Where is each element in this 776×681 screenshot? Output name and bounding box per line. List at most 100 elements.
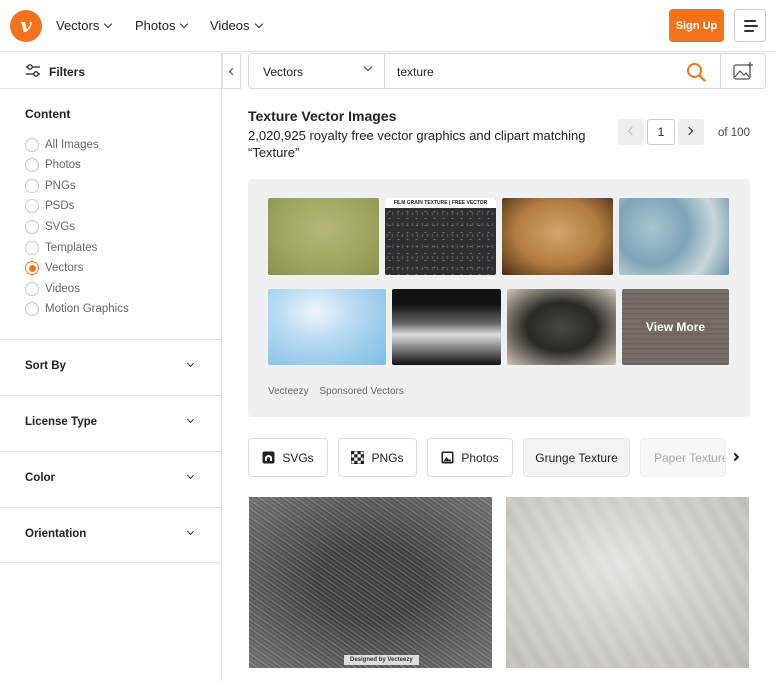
results-count-subtitle: 2,020,925 royalty free vector graphics a… — [248, 128, 586, 160]
sponsored-thumbnail[interactable] — [268, 289, 386, 365]
checkerboard-icon — [351, 451, 365, 464]
search-icon[interactable] — [686, 62, 706, 82]
thumbnail-caption: FILM GRAIN TEXTURE | FREE VECTOR — [385, 198, 496, 208]
chip-label: SVGs — [282, 450, 314, 465]
radio-button[interactable] — [25, 138, 39, 152]
nav-item-label: Videos — [210, 18, 250, 33]
option-label: Templates — [45, 242, 98, 254]
image-search-button[interactable] — [720, 54, 766, 88]
search-input[interactable] — [397, 62, 677, 82]
nav-photos-dropdown[interactable]: Photos — [135, 18, 189, 33]
option-label: Motion Graphics — [45, 303, 129, 315]
vecteezy-watermark: Designed by Vecteezy — [344, 655, 419, 665]
nav-vectors-dropdown[interactable]: Vectors — [56, 18, 113, 33]
page-number-input[interactable]: 1 — [647, 119, 675, 145]
radio-button[interactable] — [25, 282, 39, 296]
option-label: SVGs — [45, 221, 76, 233]
content-option-motion-graphics[interactable]: Motion Graphics — [25, 302, 129, 316]
radio-button[interactable] — [25, 241, 39, 255]
sponsored-thumbnail[interactable] — [507, 289, 616, 365]
chip-label: Grunge Texture — [535, 450, 618, 465]
page-count: of 100 — [718, 127, 750, 139]
chevron-left-icon — [228, 67, 237, 76]
chip-label: PNGs — [371, 450, 404, 465]
svg-file-icon — [262, 451, 275, 464]
sponsored-thumbnail[interactable] — [619, 198, 729, 275]
chevron-left-icon — [627, 126, 637, 136]
radio-button[interactable] — [25, 179, 39, 193]
chip-pngs[interactable]: PNGs — [338, 438, 417, 477]
chevron-down-icon — [363, 62, 373, 72]
hamburger-menu-button[interactable] — [734, 9, 766, 42]
sponsored-thumbnail[interactable] — [502, 198, 613, 275]
content-option-svgs[interactable]: SVGs — [25, 220, 75, 234]
chevron-down-icon — [186, 527, 195, 536]
content-option-psds[interactable]: PSDs — [25, 199, 74, 213]
section-label: License Type — [25, 416, 98, 428]
nav-videos-dropdown[interactable]: Videos — [210, 18, 263, 33]
radio-button[interactable] — [25, 199, 39, 213]
sponsored-vectors-panel: FILM GRAIN TEXTURE | FREE VECTOR View Mo… — [248, 179, 750, 417]
sponsored-thumbnail[interactable] — [268, 198, 379, 275]
sponsor-provider: Vecteezy — [268, 386, 309, 397]
content-option-pngs[interactable]: PNGs — [25, 179, 76, 193]
chevron-down-icon — [104, 19, 113, 28]
sign-up-button[interactable]: Sign Up — [669, 9, 724, 42]
brand-logo[interactable]: v — [10, 10, 42, 42]
option-label: Vectors — [45, 262, 84, 274]
option-label: PNGs — [45, 180, 76, 192]
sponsor-note: Sponsored Vectors — [319, 386, 404, 397]
orientation-section[interactable]: Orientation — [0, 507, 221, 563]
sponsored-thumbnail[interactable]: FILM GRAIN TEXTURE | FREE VECTOR — [385, 198, 496, 275]
page-title: Texture Vector Images — [248, 108, 397, 124]
previous-page-button[interactable] — [618, 119, 644, 145]
option-label: Photos — [45, 159, 81, 171]
result-thumbnail[interactable]: Designed by Vecteezy — [249, 497, 492, 668]
content-option-photos[interactable]: Photos — [25, 158, 81, 172]
color-section[interactable]: Color — [0, 451, 221, 507]
filters-sidebar: Filters Content All Images Photos PNGs P… — [0, 53, 222, 681]
image-search-icon — [733, 62, 753, 80]
asset-type-select[interactable]: Vectors — [249, 54, 385, 88]
radio-button[interactable] — [25, 302, 39, 316]
photo-icon — [441, 451, 454, 464]
chip-photos[interactable]: Photos — [427, 438, 513, 477]
chips-scroll-right-button[interactable] — [729, 449, 747, 467]
result-thumbnail[interactable] — [506, 497, 749, 668]
sort-by-section[interactable]: Sort By — [0, 339, 221, 395]
menu-line — [744, 20, 756, 22]
top-navigation-bar: v Vectors Photos Videos Sign Up — [0, 0, 776, 52]
content-option-vectors[interactable]: Vectors — [25, 261, 83, 275]
option-label: All Images — [45, 139, 99, 151]
filters-label: Filters — [49, 65, 86, 79]
paper-overlay — [506, 497, 749, 668]
chevron-down-icon — [186, 415, 195, 424]
filters-header[interactable]: Filters — [0, 53, 222, 89]
section-label: Color — [25, 472, 56, 484]
chevron-right-icon — [684, 126, 694, 136]
content-filter-title: Content — [25, 107, 71, 121]
sponsored-thumbnail[interactable] — [392, 289, 501, 365]
chip-svgs[interactable]: SVGs — [248, 438, 328, 477]
option-label: PSDs — [45, 200, 75, 212]
sponsored-attribution: Vecteezy Sponsored Vectors — [268, 386, 404, 397]
nav-item-label: Photos — [135, 18, 176, 33]
next-page-button[interactable] — [678, 119, 704, 145]
chevron-down-icon — [254, 19, 263, 28]
chip-grunge-texture[interactable]: Grunge Texture — [523, 438, 630, 477]
option-label: Videos — [45, 283, 80, 295]
collapse-sidebar-button[interactable] — [222, 53, 241, 89]
license-type-section[interactable]: License Type — [0, 395, 221, 451]
view-more-button[interactable]: View More — [622, 289, 729, 365]
chip-paper-texture[interactable]: Paper Texture — [640, 438, 726, 477]
content-option-templates[interactable]: Templates — [25, 241, 97, 255]
chevron-down-icon — [180, 19, 189, 28]
content-option-all-images[interactable]: All Images — [25, 138, 99, 152]
radio-button[interactable] — [25, 220, 39, 234]
grain-texture — [385, 208, 496, 275]
search-bar: Vectors — [248, 53, 766, 89]
radio-button[interactable] — [25, 158, 39, 172]
radio-button-selected[interactable] — [25, 261, 39, 275]
content-option-videos[interactable]: Videos — [25, 282, 80, 296]
chip-label: Photos — [461, 450, 499, 465]
